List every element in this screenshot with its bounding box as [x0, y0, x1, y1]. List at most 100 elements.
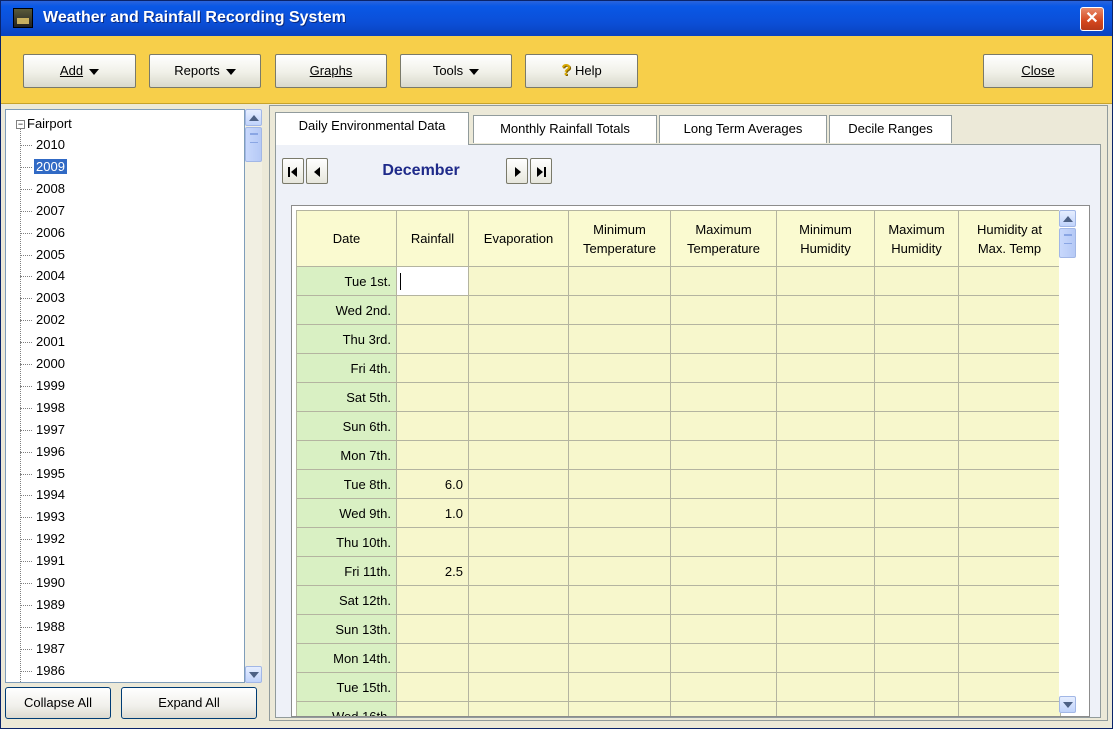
data-cell[interactable] [874, 353, 959, 383]
expand-all-button[interactable]: Expand All [121, 687, 257, 719]
data-cell[interactable] [468, 469, 569, 499]
rainfall-cell[interactable] [396, 527, 469, 557]
data-cell[interactable] [776, 614, 875, 644]
data-cell[interactable] [468, 701, 569, 716]
data-cell[interactable] [468, 585, 569, 615]
tree-item-1992[interactable]: 1992 [20, 530, 67, 547]
data-cell[interactable] [776, 527, 875, 557]
rainfall-cell[interactable] [396, 295, 469, 325]
data-cell[interactable] [776, 643, 875, 673]
data-cell[interactable] [568, 324, 671, 354]
data-cell[interactable] [468, 498, 569, 528]
data-cell[interactable] [776, 382, 875, 412]
data-cell[interactable] [958, 585, 1061, 615]
column-header[interactable]: Maximum Humidity [874, 210, 959, 267]
column-header[interactable]: Rainfall [396, 210, 469, 267]
data-cell[interactable] [874, 295, 959, 325]
data-cell[interactable] [468, 643, 569, 673]
scroll-thumb[interactable] [245, 127, 262, 162]
data-cell[interactable] [958, 672, 1061, 702]
data-cell[interactable] [670, 353, 777, 383]
data-cell[interactable] [874, 411, 959, 441]
tree-item-1989[interactable]: 1989 [20, 596, 67, 613]
data-cell[interactable] [670, 585, 777, 615]
data-cell[interactable] [468, 614, 569, 644]
column-header[interactable]: Minimum Humidity [776, 210, 875, 267]
data-cell[interactable] [958, 469, 1061, 499]
data-cell[interactable] [776, 556, 875, 586]
rainfall-cell[interactable] [396, 585, 469, 615]
data-cell[interactable] [776, 411, 875, 441]
data-cell[interactable] [670, 266, 777, 296]
add-menu-button[interactable]: Add [23, 54, 136, 88]
tree-item-1999[interactable]: 1999 [20, 377, 67, 394]
rainfall-cell[interactable]: 1.0 [396, 498, 469, 528]
data-cell[interactable] [874, 440, 959, 470]
data-cell[interactable] [670, 324, 777, 354]
tree-item-1995[interactable]: 1995 [20, 465, 67, 482]
tree-item-1986[interactable]: 1986 [20, 662, 67, 679]
data-cell[interactable] [958, 295, 1061, 325]
data-cell[interactable] [776, 324, 875, 354]
data-cell[interactable] [874, 324, 959, 354]
data-cell[interactable] [568, 643, 671, 673]
data-cell[interactable] [670, 382, 777, 412]
data-cell[interactable] [958, 353, 1061, 383]
tree-item-2006[interactable]: 2006 [20, 224, 67, 241]
data-cell[interactable] [670, 469, 777, 499]
scroll-up-button[interactable] [245, 109, 262, 126]
data-cell[interactable] [670, 295, 777, 325]
data-cell[interactable] [958, 266, 1061, 296]
data-cell[interactable] [670, 527, 777, 557]
data-cell[interactable] [958, 643, 1061, 673]
rainfall-cell[interactable] [396, 701, 469, 716]
data-cell[interactable] [874, 614, 959, 644]
data-cell[interactable] [670, 411, 777, 441]
close-button[interactable]: Close [983, 54, 1093, 88]
rainfall-cell[interactable]: 2.5 [396, 556, 469, 586]
location-year-tree[interactable]: − Fairport 2010 2009 2008 2007 2006 2005 2004 20… [5, 109, 245, 683]
tree-item-2001[interactable]: 2001 [20, 333, 67, 350]
data-cell[interactable] [670, 556, 777, 586]
data-cell[interactable] [874, 382, 959, 412]
tree-item-1993[interactable]: 1993 [20, 508, 67, 525]
data-cell[interactable] [568, 295, 671, 325]
data-cell[interactable] [776, 469, 875, 499]
data-cell[interactable] [776, 672, 875, 702]
data-cell[interactable] [874, 266, 959, 296]
data-cell[interactable] [958, 324, 1061, 354]
data-cell[interactable] [874, 585, 959, 615]
data-cell[interactable] [776, 295, 875, 325]
grid-scroll-thumb[interactable] [1059, 228, 1076, 258]
data-cell[interactable] [874, 556, 959, 586]
data-cell[interactable] [568, 266, 671, 296]
data-cell[interactable] [958, 614, 1061, 644]
daily-data-grid[interactable]: Date Rainfall Evaporation Minimum Temperatur… [291, 205, 1090, 717]
data-cell[interactable] [958, 701, 1061, 716]
data-cell[interactable] [468, 266, 569, 296]
data-cell[interactable] [874, 643, 959, 673]
data-cell[interactable] [468, 440, 569, 470]
tree-item-2004[interactable]: 2004 [20, 267, 67, 284]
data-cell[interactable] [468, 295, 569, 325]
tab-daily-environmental-data[interactable]: Daily Environmental Data [275, 112, 469, 145]
data-cell[interactable] [568, 498, 671, 528]
data-cell[interactable] [568, 672, 671, 702]
data-cell[interactable] [958, 556, 1061, 586]
data-cell[interactable] [670, 701, 777, 716]
data-cell[interactable] [776, 585, 875, 615]
data-cell[interactable] [958, 498, 1061, 528]
tree-item-2010[interactable]: 2010 [20, 136, 67, 153]
data-cell[interactable] [874, 527, 959, 557]
last-month-button[interactable] [530, 158, 552, 184]
data-cell[interactable] [468, 324, 569, 354]
grid-scrollbar[interactable] [1059, 210, 1076, 713]
graphs-button[interactable]: Graphs [275, 54, 387, 88]
data-cell[interactable] [958, 527, 1061, 557]
data-cell[interactable] [874, 672, 959, 702]
window-close-button[interactable]: ✕ [1080, 7, 1104, 31]
data-cell[interactable] [468, 353, 569, 383]
data-cell[interactable] [568, 440, 671, 470]
tab-long-term-averages[interactable]: Long Term Averages [659, 115, 827, 143]
column-header[interactable]: Minimum Temperature [568, 210, 671, 267]
